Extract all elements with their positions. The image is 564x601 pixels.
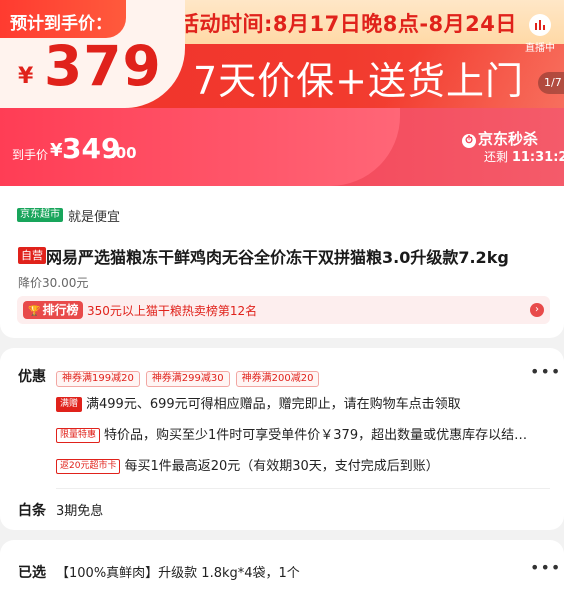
coupon-2[interactable]: 神券满299减30 xyxy=(145,371,230,387)
price-drop-note: 降价30.00元 xyxy=(18,276,89,290)
jd-seckill-logo: ⏱ 京东秒杀 xyxy=(462,128,538,149)
image-page-indicator: 1/7 xyxy=(538,72,564,94)
estimated-price: 379 xyxy=(44,34,162,98)
ranking-badge-label: 排行榜 xyxy=(42,303,79,317)
product-title[interactable]: 网易严选猫粮冻干鲜鸡肉无谷全价冻干双拼猫粮3.0升级款7.2kg xyxy=(46,244,509,268)
promo-tag: 满赠 xyxy=(56,397,83,412)
offers-label: 优惠 xyxy=(18,369,46,385)
selection-more-icon[interactable]: ••• xyxy=(530,558,561,577)
live-stream-button[interactable]: 直播中 xyxy=(522,14,558,56)
seckill-label: 京东秒杀 xyxy=(478,130,539,148)
banner-headline: 7天价保+送货上门 xyxy=(193,59,525,103)
promo-text: 特价品，购买至少1件时可享受单件价￥379，超出数量或优惠库存以结… xyxy=(104,428,528,443)
promo-text: 满499元、699元可得相应赠品，赠完即止，请在购物车点击领取 xyxy=(86,397,461,412)
promo-text: 每买1件最高返20元（有效期30天，支付完成后到账） xyxy=(124,459,439,474)
estimated-price-currency: ¥ xyxy=(18,64,34,89)
ranking-badge: 🏆 排行榜 xyxy=(23,301,84,319)
coupon-3[interactable]: 神券满200减20 xyxy=(235,371,320,387)
activity-time: 活动时间:8月17日晚8点-8月24日 xyxy=(178,12,517,36)
jd-supermarket-tag: 京东超市 xyxy=(17,208,63,222)
trophy-icon: 🏆 xyxy=(28,306,41,317)
hand-price-label: 到手价 xyxy=(12,148,49,162)
baitiao-label: 白条 xyxy=(18,503,46,519)
coupon-list[interactable]: 神券满199减20 神券满299减30 神券满200减20 xyxy=(56,366,325,387)
live-icon xyxy=(529,14,551,36)
estimated-price-label: 预计到手价： xyxy=(10,14,112,34)
selection-label: 已选 xyxy=(18,565,46,581)
promo-tag: 返20元超市卡 xyxy=(56,459,121,474)
divider xyxy=(56,488,550,489)
coupon-1[interactable]: 神券满199减20 xyxy=(56,371,140,387)
ranking-text: 350元以上猫干粮热卖榜第12名 xyxy=(87,304,258,318)
promo-row-gift[interactable]: 满赠 满499元、699元可得相应赠品，赠完即止，请在购物车点击领取 xyxy=(56,393,461,412)
hand-price-currency: ¥ xyxy=(50,140,63,161)
hand-price-decimal: .00 xyxy=(110,144,137,162)
offers-card: 优惠 神券满199减20 神券满299减30 神券满200减20 ••• 满赠 满49… xyxy=(0,348,564,530)
self-operated-tag: 自营 xyxy=(18,247,46,264)
baitiao-value[interactable]: 3期免息 xyxy=(56,500,103,519)
estimated-price-card: 预计到手价： ¥ 379 xyxy=(0,0,185,108)
promo-row-limited[interactable]: 限量特惠 特价品，购买至少1件时可享受单件价￥379，超出数量或优惠库存以结… xyxy=(56,424,527,443)
chevron-right-icon: › xyxy=(530,303,544,317)
ranking-bar[interactable]: 🏆 排行榜 350元以上猫干粮热卖榜第12名 › xyxy=(17,296,550,324)
product-info-card: 京东超市 就是便宜 自营 网易严选猫粮冻干鲜鸡肉无谷全价冻干双拼猫粮3.0升级款… xyxy=(0,186,564,338)
seckill-clock-icon: ⏱ xyxy=(462,134,476,148)
selection-card[interactable]: 已选 【100%真鲜肉】升级款 1.8kg*4袋，1个 ••• xyxy=(0,540,564,601)
offers-more-icon[interactable]: ••• xyxy=(530,362,561,381)
promo-row-cashback[interactable]: 返20元超市卡 每买1件最高返20元（有效期30天，支付完成后到账） xyxy=(56,455,439,474)
countdown-time: 11:31:28 xyxy=(511,150,564,165)
promo-tag: 限量特惠 xyxy=(56,428,101,443)
countdown-prefix: 还剩 xyxy=(484,150,509,164)
selected-variant[interactable]: 【100%真鲜肉】升级款 1.8kg*4袋，1个 xyxy=(56,562,300,581)
seckill-countdown: 还剩 11:31:28 xyxy=(484,148,564,165)
store-slogan: 就是便宜 xyxy=(68,210,121,225)
live-label: 直播中 xyxy=(525,43,555,54)
hand-price-bar: 到手价 ¥ 349 .00 ⏱京东秒杀 还剩 11:31:28 xyxy=(0,108,564,186)
